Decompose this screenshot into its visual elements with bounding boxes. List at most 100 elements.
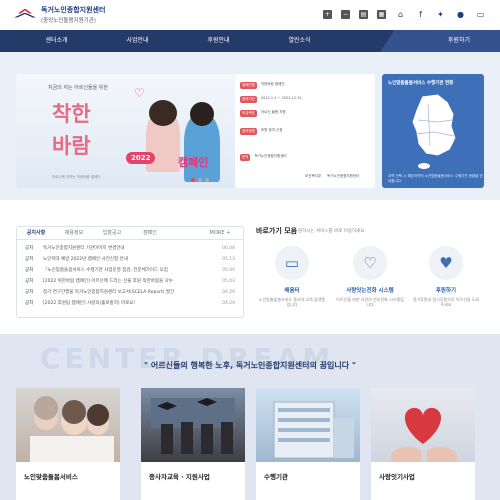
info-row: 캠페인명 착한바람 캠페인 <box>240 82 346 89</box>
quick-link-desc: 노인맞춤돌봄서비스 종사자 교육 플랫폼입니다 <box>258 297 326 307</box>
row-category: 공지 <box>25 290 34 295</box>
map-title: 노인맞춤돌봄서비스 수행기관 현황 <box>388 81 454 86</box>
row-date: 06.08 <box>222 246 235 251</box>
top-utility-bar: + − ▤ ▦ ⌂ f ✦ ● ▭ <box>323 9 486 20</box>
tab-notice[interactable]: 공지사항 <box>17 227 55 239</box>
slider-dot[interactable] <box>205 178 209 182</box>
info-tag: 참여기간 <box>240 96 257 103</box>
info-tag: 캠페인명 <box>240 82 257 89</box>
list-item[interactable]: 공지 [2022 위한바람 캠페인] 어르신께 드리는 선물 후원 착한바람을 나… <box>25 276 235 287</box>
partner-logos: 보건복지부 독거노인종합지원센터 <box>305 174 359 179</box>
row-date: 05.09 <box>222 268 235 273</box>
quick-links-title: 바로가기 모음 <box>256 227 298 235</box>
card-image <box>141 388 245 462</box>
card-label: 수행기관 <box>264 473 288 481</box>
info-tag: 문의 <box>240 154 251 161</box>
list-item[interactable]: 공지 노인학대 예방 2022년 캠페인 사전신청 안내 05.13 <box>25 254 235 265</box>
font-plus-icon[interactable]: + <box>323 10 332 19</box>
info-value: 어르신 돌봄 지원 <box>260 110 286 114</box>
tab-bids[interactable]: 입찰공고 <box>93 227 131 239</box>
row-date: 04.29 <box>222 301 235 306</box>
row-date: 04.29 <box>222 290 235 295</box>
quick-link-phone[interactable]: ♡ 사랑잇는전화 시스템 어르신을 위한 사랑의 안부전화 시스템입니다 <box>336 240 404 318</box>
logo-mark-icon <box>14 7 36 23</box>
row-title: [2022 위한바람 캠페인] 어르신께 드리는 선물 후원 착한바람을 나누 <box>43 279 173 284</box>
nav-item-business[interactable]: 사업안내 <box>97 30 178 52</box>
info-row: 문의 독거노인종합지원센터 <box>240 154 339 161</box>
more-link[interactable]: MORE + <box>197 227 243 239</box>
quick-link-label: 배움터 <box>284 288 300 294</box>
heart-icon: ♡ <box>134 86 145 100</box>
business-card-care[interactable]: 노인맞춤돌봄서비스 <box>16 388 120 500</box>
nav-item-support[interactable]: 후원안내 <box>178 30 259 52</box>
partner-logo: 보건복지부 <box>305 174 322 178</box>
site-header: 독거노인종합지원센터 (중앙노인돌봄지원기관) + − ▤ ▦ ⌂ f ✦ ● … <box>0 0 500 30</box>
banner-line1: 착한 <box>52 101 91 126</box>
quick-link-label: 후원하기 <box>435 288 457 294</box>
info-value: 2022.1.1 ~ 2022.12.31 <box>260 96 302 100</box>
elderly-women-photo <box>30 396 114 462</box>
home-icon[interactable]: ⌂ <box>395 9 406 20</box>
row-category: 공지 <box>25 257 34 262</box>
building-photo <box>273 401 354 459</box>
info-value: 착한바람 캠페인 <box>260 82 285 86</box>
slider-dot[interactable] <box>191 178 195 182</box>
list-item[interactable]: 공지 독거노인종합지원센터 기관이미지 변경안내 06.08 <box>25 243 235 254</box>
info-row: 참여기간 2022.1.1 ~ 2022.12.31 <box>240 96 346 103</box>
sitemap-icon[interactable]: ▦ <box>377 10 386 19</box>
korea-map-icon[interactable] <box>404 92 464 172</box>
business-card-education[interactable]: 종사자교육 · 지원사업 <box>141 388 245 500</box>
quick-links-desc: 원하시는 서비스를 바로 이용하세요 <box>298 229 365 234</box>
nav-item-donate[interactable]: 후원하기 <box>380 30 500 52</box>
quick-link-desc: 어르신을 위한 사랑의 안부전화 시스템입니다 <box>336 297 404 307</box>
site-logo[interactable]: 독거노인종합지원센터 (중앙노인돌봄지원기관) <box>14 5 105 24</box>
region-map-card[interactable]: 노인맞춤돌봄서비스 수행기관 현황 지역 선택 시 해당지역의 노인맞춤돌봄서비… <box>382 74 484 188</box>
slider-dots <box>191 178 209 182</box>
tab-jobs[interactable]: 채용정보 <box>55 227 93 239</box>
font-minus-icon[interactable]: − <box>341 10 350 19</box>
row-category: 공지 <box>25 279 34 284</box>
notice-board: 공지사항 채용정보 입찰공고 캠페인 MORE + 공지 독거노인종합지원센터 기… <box>16 226 244 318</box>
row-category: 공지 <box>25 268 34 273</box>
banner-year: 2022 <box>126 152 156 164</box>
tab-campaign[interactable]: 캠페인 <box>131 227 169 239</box>
campaign-info-card: 캠페인명 착한바람 캠페인 참여기간 2022.1.1 ~ 2022.12.31… <box>235 74 375 188</box>
row-title: 정기 연구간행물 독거노인종합지원센터 보고서(SCELA Report) 발간 <box>43 290 175 295</box>
row-title: 『노인맞춤돌봄서비스 수행기관 사업운영 점검, 전문체가이드 모집 <box>43 268 168 273</box>
nav-item-about[interactable]: 센터소개 <box>16 30 97 52</box>
heart-hands-photo <box>391 407 457 462</box>
info-value: 후원 참여 신청 <box>260 128 283 132</box>
print-icon[interactable]: ▤ <box>359 10 368 19</box>
facebook-icon[interactable]: f <box>415 9 426 20</box>
nav-donate-label: 후원하기 <box>447 37 470 44</box>
business-card-agencies[interactable]: 수행기관 <box>256 388 360 500</box>
notice-list: 공지 독거노인종합지원센터 기관이미지 변경안내 06.08 공지 노인학대 예방 2… <box>17 240 243 309</box>
quick-link-donate[interactable]: ♥ 후원하기 정기후원과 일시후원으로 어르신을 도와주세요 <box>412 240 480 318</box>
row-title: 노인학대 예방 2022년 캠페인 사전신청 안내 <box>43 257 128 262</box>
slider-dot[interactable] <box>198 178 202 182</box>
org-sub: (중앙노인돌봄지원기관) <box>41 18 96 24</box>
map-footer: 지역 선택 시 해당지역의 노인맞춤돌봄서비스 수행기관 현황을 안내합니다 <box>388 174 483 183</box>
slogan: " 어르신들의 행복한 노후, 독거노인종합지원센터의 꿈입니다 " <box>143 361 357 370</box>
row-category: 공지 <box>25 301 34 306</box>
banner-subtitle: 지금의 저는 어르신들을 위한 <box>48 85 108 91</box>
twitter-icon[interactable]: ✦ <box>435 9 446 20</box>
card-image <box>256 388 360 462</box>
graduation-photo <box>151 398 235 454</box>
business-card-love[interactable]: 사랑잇기사업 <box>371 388 475 500</box>
woman-head <box>149 100 177 126</box>
blog-icon[interactable]: ▭ <box>475 9 486 20</box>
row-date: 05.02 <box>222 279 235 284</box>
banner-footer: 어르신께 전하는 착한바람 캠페인 <box>52 175 101 179</box>
info-value: 독거노인종합지원센터 <box>254 154 287 158</box>
nav-item-news[interactable]: 열린소식 <box>259 30 340 52</box>
chat-icon[interactable]: ● <box>455 9 466 20</box>
card-image <box>371 388 475 462</box>
quick-link-learning[interactable]: ▭ 배움터 노인맞춤돌봄서비스 종사자 교육 플랫폼입니다 <box>258 240 326 318</box>
list-item[interactable]: 공지 『노인맞춤돌봄서비스 수행기관 사업운영 점검, 전문체가이드 모집 05.0… <box>25 265 235 276</box>
list-item[interactable]: 공지 [2022 후원팀 캠페인] 사랑의(홀로홈히) 마로요! 04.29 <box>25 298 235 309</box>
list-item[interactable]: 공지 정기 연구간행물 독거노인종합지원센터 보고서(SCELA Report) … <box>25 287 235 298</box>
org-name: 독거노인종합지원센터 <box>41 6 106 14</box>
campaign-banner[interactable]: 지금의 저는 어르신들을 위한 ♡ 착한 바람 2022 캠페인 어르신께 전하… <box>16 74 235 188</box>
man-head <box>190 102 214 126</box>
